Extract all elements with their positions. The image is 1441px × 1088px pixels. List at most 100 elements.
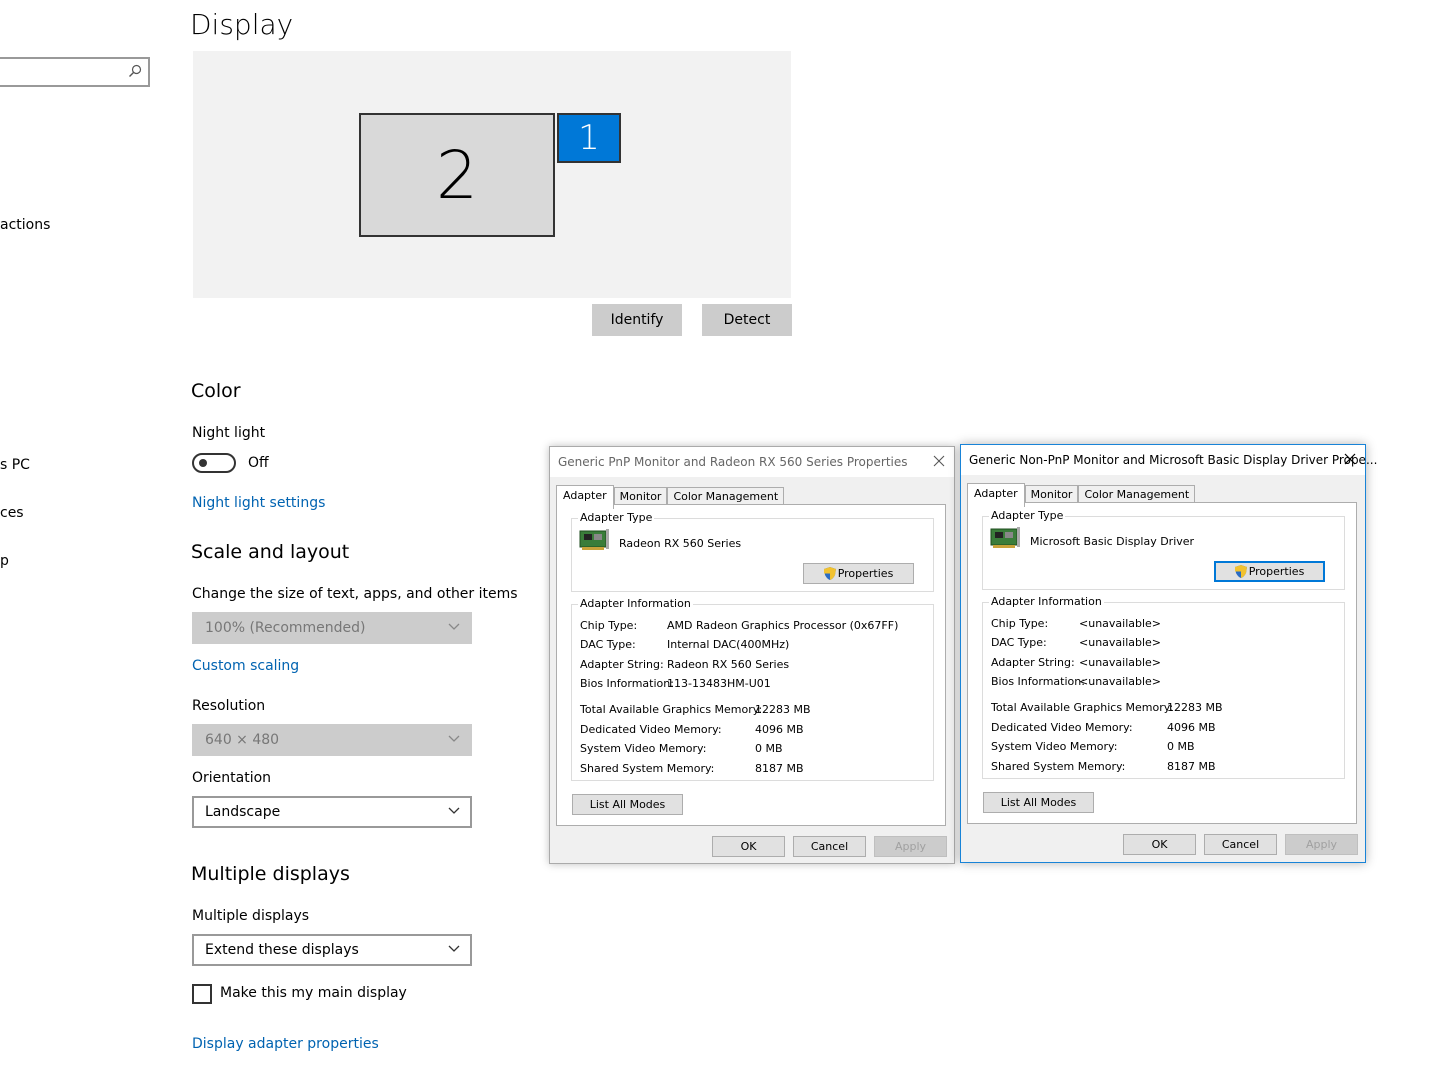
cancel-button[interactable]: Cancel: [1204, 834, 1277, 855]
adapter-type-group: Adapter Type Microsoft Basic Display Dri…: [982, 509, 1345, 590]
chip-type-value: AMD Radeon Graphics Processor (0x67FF): [667, 619, 899, 632]
total-memory-label: Total Available Graphics Memory:: [580, 703, 763, 716]
tab-adapter[interactable]: Adapter: [556, 485, 614, 509]
system-memory-value: 0 MB: [1167, 740, 1195, 753]
cancel-button[interactable]: Cancel: [793, 836, 866, 857]
adapter-tab-panel: Adapter Type Microsoft Basic Display Dri…: [967, 502, 1357, 824]
detect-button[interactable]: Detect: [702, 304, 792, 336]
search-input[interactable]: [0, 57, 150, 87]
dedicated-memory-label: Dedicated Video Memory:: [580, 723, 722, 736]
adapter-name: Radeon RX 560 Series: [619, 537, 742, 550]
dialog-titlebar[interactable]: Generic PnP Monitor and Radeon RX 560 Se…: [550, 447, 954, 477]
adapter-string-value: <unavailable>: [1079, 656, 1162, 669]
tab-adapter[interactable]: Adapter: [967, 483, 1025, 507]
monitor-1[interactable]: 1: [557, 113, 621, 163]
close-icon[interactable]: [1341, 450, 1359, 468]
orientation-dropdown[interactable]: Landscape: [192, 796, 472, 828]
dialog-titlebar[interactable]: Generic Non-PnP Monitor and Microsoft Ba…: [961, 445, 1377, 475]
ok-button[interactable]: OK: [712, 836, 785, 857]
adapter-properties-button[interactable]: Properties: [1214, 561, 1325, 582]
adapter-string-label: Adapter String:: [580, 658, 664, 671]
sidebar-item[interactable]: actions: [0, 217, 50, 233]
adapter-properties-button[interactable]: Properties: [803, 563, 914, 584]
adapter-type-label: Adapter Type: [989, 509, 1066, 522]
apply-button[interactable]: Apply: [874, 836, 947, 857]
color-heading: Color: [191, 380, 241, 402]
dac-type-label: DAC Type:: [580, 638, 636, 651]
sidebar-item[interactable]: s PC: [0, 457, 30, 473]
bios-info-label: Bios Information:: [991, 675, 1085, 688]
shared-memory-label: Shared System Memory:: [580, 762, 715, 775]
multiple-displays-dropdown[interactable]: Extend these displays: [192, 934, 472, 966]
shared-memory-value: 8187 MB: [755, 762, 804, 775]
bios-info-value: 113-13483HM-U01: [667, 677, 771, 690]
adapter-tab-panel: Adapter Type Radeon RX 560 Series Proper…: [556, 504, 946, 826]
dedicated-memory-value: 4096 MB: [755, 723, 804, 736]
graphics-card-icon: [579, 529, 609, 550]
sidebar-item[interactable]: p: [0, 553, 9, 569]
orientation-label: Orientation: [192, 770, 272, 786]
ok-button[interactable]: OK: [1123, 834, 1196, 855]
night-light-state: Off: [248, 455, 269, 471]
dedicated-memory-value: 4096 MB: [1167, 721, 1216, 734]
multiple-displays-label: Multiple displays: [192, 908, 310, 924]
chip-type-label: Chip Type:: [991, 617, 1049, 630]
page-title: Display: [190, 8, 294, 41]
properties-dialog-radeon: Generic PnP Monitor and Radeon RX 560 Se…: [549, 446, 955, 864]
shield-icon: [1234, 565, 1247, 578]
shield-icon: [823, 567, 836, 580]
night-light-toggle[interactable]: [192, 453, 236, 473]
chip-type-value: <unavailable>: [1079, 617, 1162, 630]
resolution-dropdown[interactable]: 640 × 480: [192, 724, 472, 756]
scale-layout-heading: Scale and layout: [191, 541, 350, 563]
dialog-title: Generic Non-PnP Monitor and Microsoft Ba…: [969, 453, 1378, 467]
total-memory-label: Total Available Graphics Memory:: [991, 701, 1174, 714]
properties-label: Properties: [1248, 565, 1305, 578]
identify-button[interactable]: Identify: [592, 304, 682, 336]
scale-value: 100% (Recommended): [205, 620, 366, 636]
list-all-modes-button[interactable]: List All Modes: [572, 794, 683, 815]
properties-dialog-basic-display: Generic Non-PnP Monitor and Microsoft Ba…: [960, 444, 1377, 863]
adapter-info-group: Adapter Information Chip Type: <unavaila…: [982, 595, 1345, 779]
scale-dropdown[interactable]: 100% (Recommended): [192, 612, 472, 644]
adapter-info-label: Adapter Information: [989, 595, 1104, 608]
close-icon[interactable]: [930, 452, 948, 470]
night-light-settings-link[interactable]: Night light settings: [192, 495, 325, 511]
main-display-checkbox[interactable]: [192, 984, 212, 1004]
adapter-type-label: Adapter Type: [578, 511, 655, 524]
system-memory-label: System Video Memory:: [580, 742, 707, 755]
custom-scaling-link[interactable]: Custom scaling: [192, 658, 299, 674]
dac-type-value: <unavailable>: [1079, 636, 1162, 649]
search-icon: [129, 64, 142, 77]
display-adapter-properties-link[interactable]: Display adapter properties: [192, 1036, 379, 1052]
main-display-label: Make this my main display: [220, 985, 407, 1001]
dialog-tabs: Adapter Monitor Color Management: [556, 485, 785, 509]
bios-info-label: Bios Information:: [580, 677, 674, 690]
properties-label: Properties: [837, 567, 894, 580]
toggle-knob: [199, 459, 207, 467]
sidebar-item[interactable]: ces: [0, 505, 24, 521]
dac-type-value: Internal DAC(400MHz): [667, 638, 790, 651]
chip-type-label: Chip Type:: [580, 619, 638, 632]
monitor-2-label: 2: [436, 136, 478, 214]
orientation-value: Landscape: [205, 804, 281, 820]
adapter-name: Microsoft Basic Display Driver: [1030, 535, 1195, 548]
monitor-2[interactable]: 2: [359, 113, 555, 237]
total-memory-value: 12283 MB: [755, 703, 811, 716]
dialog-tabs: Adapter Monitor Color Management: [967, 483, 1196, 507]
resolution-label: Resolution: [192, 698, 266, 714]
chevron-down-icon: [448, 945, 460, 952]
size-label: Change the size of text, apps, and other…: [192, 586, 518, 602]
multiple-displays-value: Extend these displays: [205, 942, 359, 958]
list-all-modes-button[interactable]: List All Modes: [983, 792, 1094, 813]
system-memory-value: 0 MB: [755, 742, 783, 755]
adapter-info-group: Adapter Information Chip Type: AMD Radeo…: [571, 597, 934, 781]
adapter-string-label: Adapter String:: [991, 656, 1075, 669]
graphics-card-icon: [990, 527, 1020, 548]
chevron-down-icon: [448, 807, 460, 814]
apply-button[interactable]: Apply: [1285, 834, 1358, 855]
shared-memory-value: 8187 MB: [1167, 760, 1216, 773]
dialog-title: Generic PnP Monitor and Radeon RX 560 Se…: [558, 455, 908, 469]
adapter-type-group: Adapter Type Radeon RX 560 Series Proper…: [571, 511, 934, 592]
night-light-label: Night light: [192, 425, 266, 441]
